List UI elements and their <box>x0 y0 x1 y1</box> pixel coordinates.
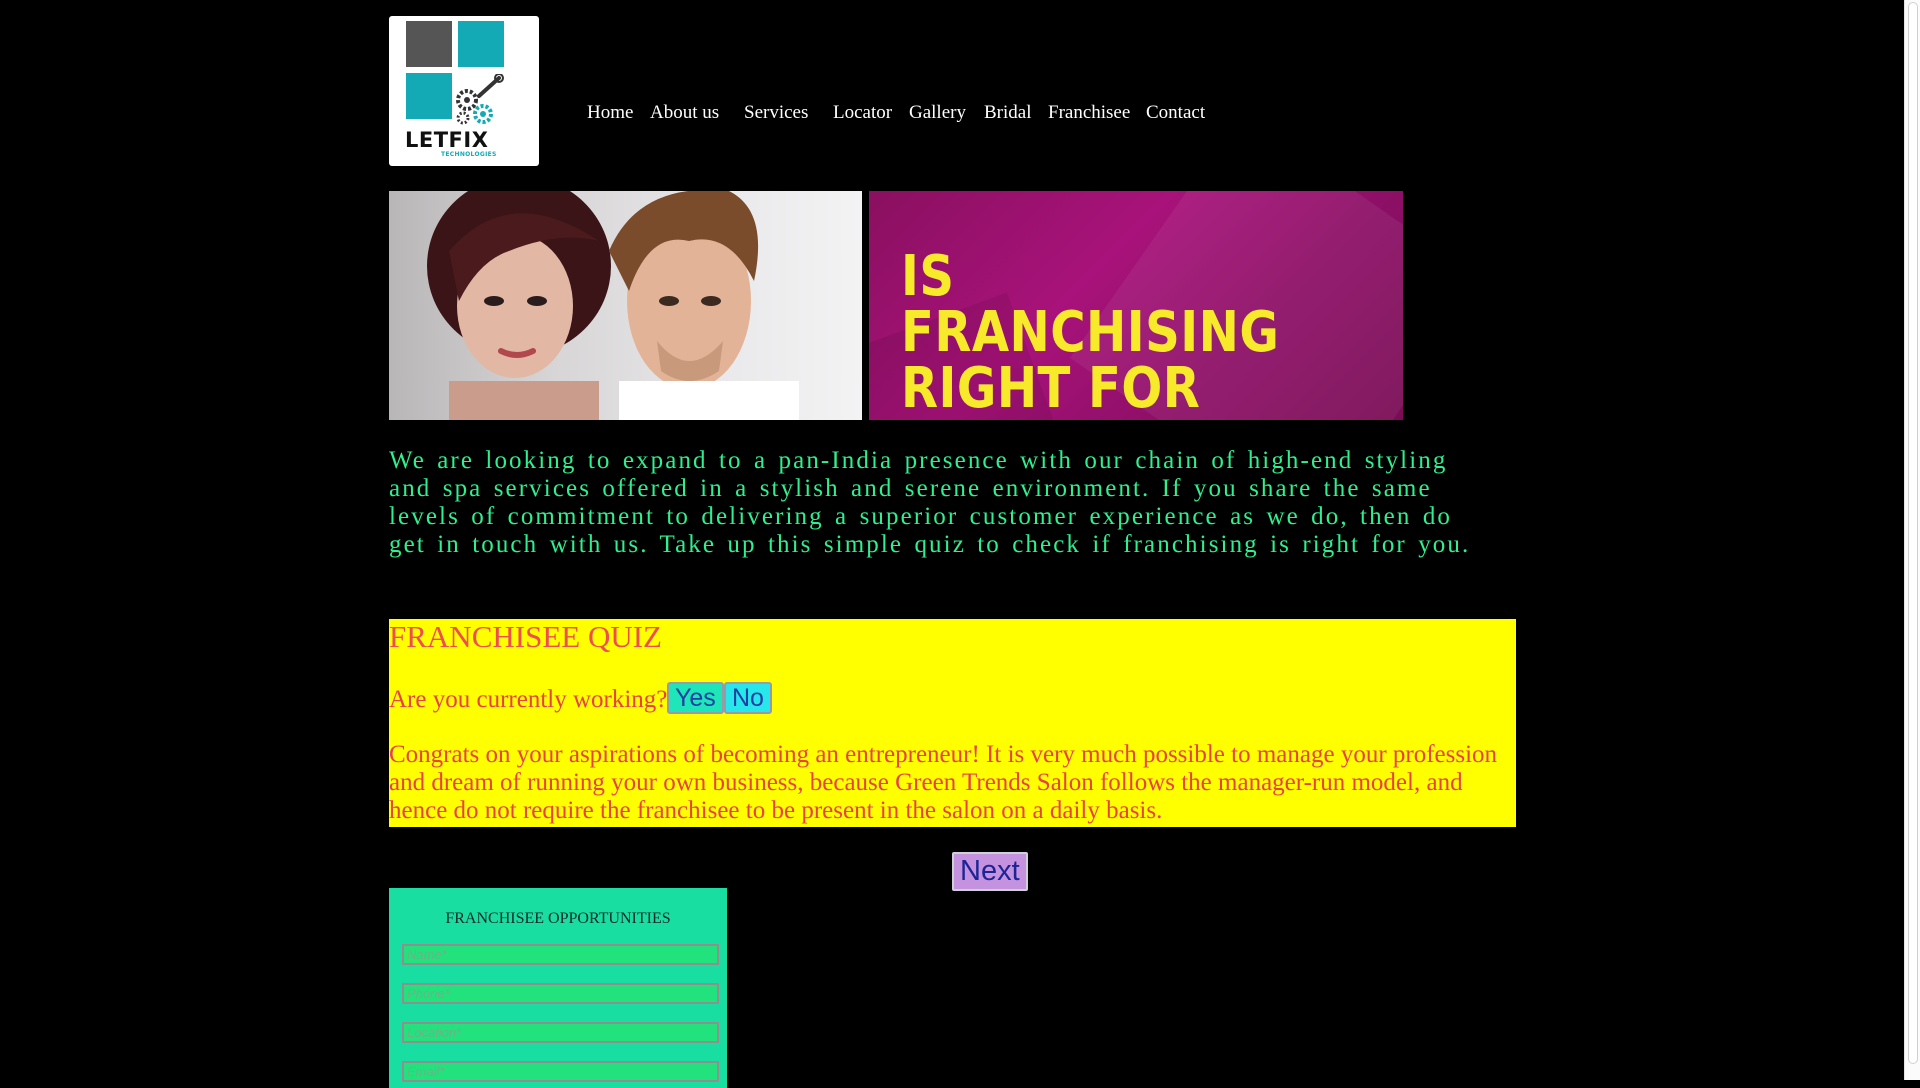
quiz-yes-button[interactable]: Yes <box>667 682 724 714</box>
quiz-question: Are you currently working? <box>389 686 668 713</box>
nav-bridal[interactable]: Bridal <box>984 102 1032 124</box>
scrollbar-thumb[interactable] <box>1908 2 1918 1064</box>
nav-about-us[interactable]: About us <box>650 102 719 124</box>
page: LETFIX TECHNOLOGIES Home About us Servic… <box>389 0 1529 1088</box>
intro-text: We are looking to expand to a pan-India … <box>389 447 1471 558</box>
site-logo[interactable]: LETFIX TECHNOLOGIES <box>389 16 539 166</box>
name-field[interactable] <box>402 944 719 965</box>
franchisee-form: FRANCHISEE OPPORTUNITIES <box>389 888 727 1088</box>
location-field[interactable] <box>402 1022 719 1043</box>
gears-wrench-icon <box>456 74 504 125</box>
logo-brand-text: LETFIX <box>405 128 489 152</box>
nav-home[interactable]: Home <box>587 102 633 124</box>
banner-headline: IS FRANCHISING RIGHT FOR YOU? <box>901 244 1280 421</box>
banner-franchising: IS FRANCHISING RIGHT FOR YOU? <box>869 191 1403 420</box>
form-title: FRANCHISEE OPPORTUNITIES <box>445 910 671 927</box>
phone-field[interactable] <box>402 983 719 1004</box>
franchisee-quiz: FRANCHISEE QUIZ Are you currently workin… <box>389 619 1516 827</box>
nav-locator[interactable]: Locator <box>833 102 892 124</box>
logo-square-teal-2 <box>406 73 452 119</box>
nav-franchisee[interactable]: Franchisee <box>1048 102 1130 124</box>
quiz-answer-text: Congrats on your aspirations of becoming… <box>389 741 1498 824</box>
nav-contact[interactable]: Contact <box>1146 102 1205 124</box>
quiz-next-button[interactable]: Next <box>952 852 1028 891</box>
vertical-scrollbar[interactable] <box>1904 0 1920 1080</box>
logo-square-gray <box>406 21 452 67</box>
banner-photo <box>389 191 862 420</box>
nav-gallery[interactable]: Gallery <box>909 102 966 124</box>
quiz-no-button[interactable]: No <box>724 682 772 714</box>
logo-square-teal <box>458 21 504 67</box>
quiz-title: FRANCHISEE QUIZ <box>389 619 662 654</box>
nav-services[interactable]: Services <box>744 102 808 124</box>
email-field[interactable] <box>402 1061 719 1082</box>
couple-portrait-image <box>427 191 799 420</box>
logo-tagline: TECHNOLOGIES <box>441 151 497 158</box>
